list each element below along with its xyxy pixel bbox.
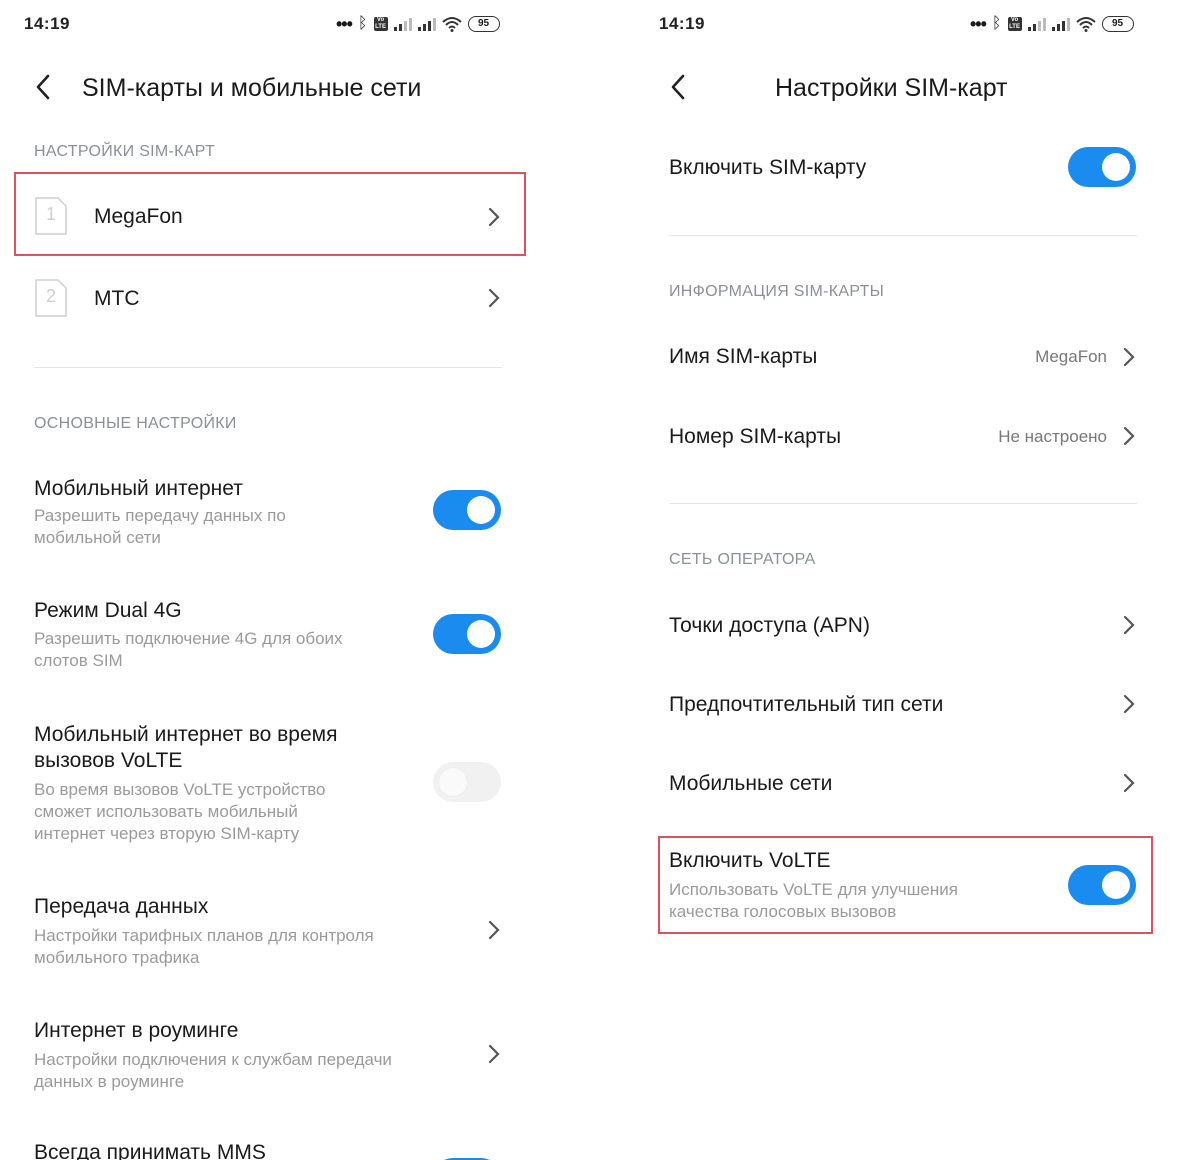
setting-value: Не настроено (998, 427, 1107, 446)
status-icons: ••• ᛒ Vo LTE 95 (336, 14, 500, 34)
chevron-right-icon (1123, 615, 1135, 635)
setting-title: Передача данных (34, 895, 209, 918)
setting-apn[interactable]: Точки доступа (APN) (669, 598, 1139, 654)
sim-name: MegaFon (94, 205, 183, 228)
chevron-right-icon (1123, 773, 1135, 793)
setting-title: Режим Dual 4G (34, 599, 182, 622)
status-icons: ••• ᛒ Vo LTE 95 (970, 14, 1134, 34)
section-header-operator: СЕТЬ ОПЕРАТОРА (669, 551, 816, 568)
toggle-mobile-internet[interactable] (433, 490, 501, 530)
more-dots-icon: ••• (336, 14, 353, 34)
left-screen: 14:19 ••• ᛒ Vo LTE 95 SIM-карты и мобильн… (0, 0, 600, 1160)
back-arrow-icon (36, 74, 50, 100)
toggle-dual-4g[interactable] (433, 614, 501, 654)
sim-item-megafon[interactable]: 1 MegaFon (34, 180, 504, 252)
sim-slot-number: 1 (46, 204, 57, 224)
section-header-sim: НАСТРОЙКИ SIM-КАРТ (34, 143, 216, 160)
setting-roaming[interactable]: Интернет в роуминге Настройки подключени… (34, 1018, 504, 1098)
chevron-right-icon (1123, 347, 1135, 367)
battery-icon: 95 (1101, 16, 1134, 32)
setting-subtitle: Во время вызовов VoLTE устройство сможет… (34, 780, 326, 843)
setting-title: Интернет в роуминге (34, 1019, 239, 1042)
setting-sim-name[interactable]: Имя SIM-карты MegaFon (669, 330, 1139, 386)
signal-icon (393, 18, 412, 31)
back-arrow-icon (671, 74, 685, 100)
setting-title: Номер SIM-карты (669, 425, 842, 448)
toggle-enable-sim[interactable] (1068, 147, 1136, 187)
chevron-right-icon (1123, 426, 1135, 446)
chevron-right-icon (488, 207, 500, 227)
chevron-right-icon (488, 920, 500, 940)
setting-data-transfer[interactable]: Передача данных Настройки тарифных плано… (34, 894, 504, 974)
section-header-info: ИНФОРМАЦИЯ SIM-КАРТЫ (669, 283, 885, 300)
chevron-right-icon (488, 288, 500, 308)
divider (34, 367, 502, 368)
setting-mobile-internet[interactable]: Мобильный интернет Разрешить передачу да… (34, 474, 504, 554)
setting-subtitle: Настройки подключения к службам передачи… (34, 1050, 392, 1091)
back-button[interactable] (663, 72, 693, 102)
setting-dual-4g[interactable]: Режим Dual 4G Разрешить подключение 4G д… (34, 598, 504, 678)
setting-value: MegaFon (1035, 347, 1107, 366)
wifi-icon (1075, 17, 1096, 32)
setting-title: Включить SIM-карту (669, 156, 867, 179)
volte-icon: Vo LTE (1007, 17, 1022, 31)
divider (669, 235, 1137, 236)
signal-icon (417, 18, 436, 31)
setting-enable-sim[interactable]: Включить SIM-карту (669, 140, 1139, 200)
status-time: 14:19 (659, 14, 705, 33)
divider (669, 503, 1137, 504)
sim-item-mtc[interactable]: 2 MTC (34, 262, 504, 334)
chevron-right-icon (1123, 694, 1135, 714)
setting-title: Включить VoLTE (669, 849, 831, 872)
sim-name: MTC (94, 287, 140, 310)
wifi-icon (441, 17, 462, 32)
setting-subtitle: Разрешить подключение 4G для обоих слото… (34, 629, 343, 670)
setting-mms[interactable]: Всегда принимать MMS (34, 1140, 504, 1160)
page-title: Настройки SIM-карт (775, 74, 1008, 102)
signal-icon (1027, 18, 1046, 31)
setting-sim-number[interactable]: Номер SIM-карты Не настроено (669, 409, 1139, 465)
signal-icon (1051, 18, 1070, 31)
chevron-right-icon (488, 1044, 500, 1064)
volte-icon: Vo LTE (373, 17, 388, 31)
setting-enable-volte[interactable]: Включить VoLTE Использовать VoLTE для ул… (669, 846, 1139, 926)
setting-volte-data[interactable]: Мобильный интернет во время вызовов VoLT… (34, 722, 504, 852)
setting-title: Имя SIM-карты (669, 345, 818, 368)
setting-title: Точки доступа (APN) (669, 614, 870, 637)
setting-subtitle: Использовать VoLTE для улучшения качеств… (669, 880, 958, 921)
section-header-main: ОСНОВНЫЕ НАСТРОЙКИ (34, 415, 237, 432)
setting-title: Мобильный интернет (34, 477, 243, 500)
right-screen: 14:19 ••• ᛒ Vo LTE 95 Настройки SIM-карт … (635, 0, 1200, 1160)
toggle-volte-data[interactable] (433, 762, 501, 802)
battery-icon: 95 (467, 16, 500, 32)
setting-mobile-networks[interactable]: Мобильные сети (669, 757, 1139, 813)
bluetooth-icon: ᛒ (357, 15, 368, 32)
setting-title: Всегда принимать MMS (34, 1141, 266, 1160)
status-time: 14:19 (24, 14, 70, 33)
setting-title: Мобильный интернет во время вызовов VoLT… (34, 723, 338, 772)
setting-network-type[interactable]: Предпочтительный тип сети (669, 678, 1139, 734)
setting-subtitle: Настройки тарифных планов для контроля м… (34, 926, 374, 967)
page-title: SIM-карты и мобильные сети (82, 74, 422, 102)
back-button[interactable] (28, 72, 58, 102)
toggle-volte[interactable] (1068, 865, 1136, 905)
bluetooth-icon: ᛒ (991, 15, 1002, 32)
setting-subtitle: Разрешить передачу данных по мобильной с… (34, 506, 286, 547)
setting-title: Предпочтительный тип сети (669, 693, 944, 716)
setting-title: Мобильные сети (669, 772, 833, 795)
sim-slot-number: 2 (46, 286, 57, 306)
more-dots-icon: ••• (970, 14, 987, 34)
